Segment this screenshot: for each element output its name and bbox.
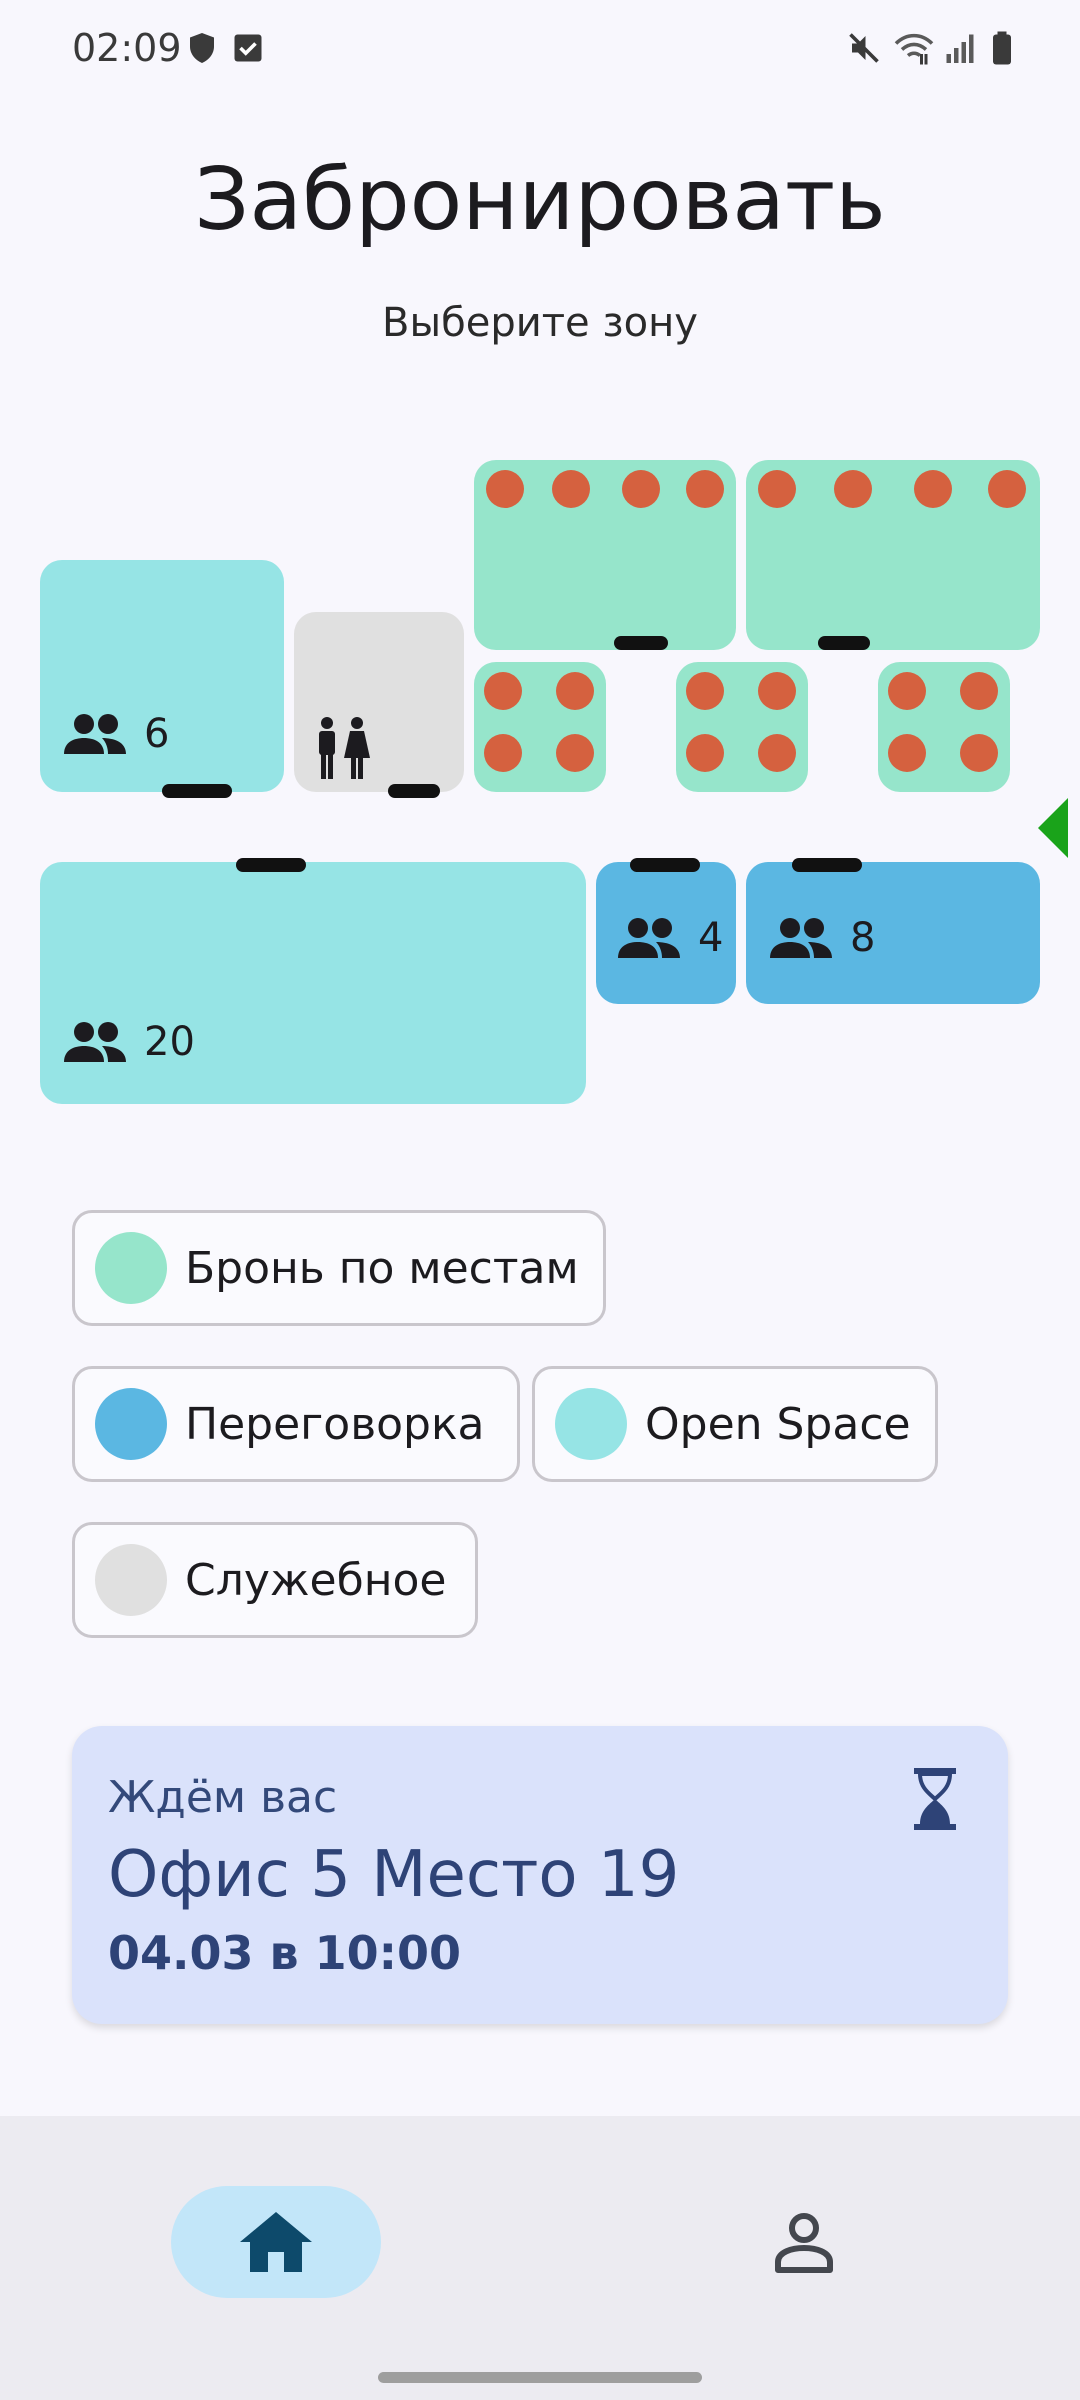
seat[interactable]: [556, 672, 594, 710]
page-subtitle: Выберите зону: [382, 300, 698, 346]
meeting-room-4[interactable]: 4: [596, 862, 736, 1004]
open-space-zone-20[interactable]: 20: [40, 862, 586, 1104]
door: [792, 858, 862, 872]
seat[interactable]: [484, 734, 522, 772]
wifi-icon: [894, 33, 934, 65]
profile-icon: [775, 2213, 833, 2273]
hourglass-icon: [914, 1768, 956, 1830]
door: [162, 784, 232, 798]
seat[interactable]: [834, 470, 872, 508]
capacity-value: 4: [698, 915, 724, 961]
seat[interactable]: [914, 470, 952, 508]
seat[interactable]: [758, 734, 796, 772]
door: [818, 636, 870, 650]
legend-color-dot: [95, 1232, 167, 1304]
seat-zone-small-3[interactable]: [878, 662, 1010, 792]
open-space-zone-6[interactable]: 6: [40, 560, 284, 792]
legend-service[interactable]: Служебное: [72, 1522, 478, 1638]
seat[interactable]: [888, 672, 926, 710]
signal-icon: [946, 34, 974, 63]
home-icon: [240, 2212, 312, 2272]
zone-capacity: 4: [614, 914, 723, 962]
seat[interactable]: [758, 470, 796, 508]
legend-open-space[interactable]: Open Space: [532, 1366, 938, 1482]
capacity-value: 8: [850, 915, 876, 961]
capacity-value: 20: [144, 1019, 195, 1065]
seat-zone-small-1[interactable]: [474, 662, 606, 792]
seat-zone-top-left[interactable]: [474, 460, 736, 650]
status-bar: 02:09: [0, 0, 1080, 96]
seat-zone-top-right[interactable]: [746, 460, 1040, 650]
gesture-bar[interactable]: [378, 2372, 702, 2383]
capacity-value: 6: [144, 711, 170, 757]
seat[interactable]: [686, 734, 724, 772]
seat[interactable]: [552, 470, 590, 508]
checkbox-icon: [234, 34, 262, 62]
seat[interactable]: [988, 470, 1026, 508]
nav-profile-button[interactable]: [744, 2186, 864, 2298]
people-icon: [770, 918, 832, 958]
legend-meeting-room[interactable]: Переговорка: [72, 1366, 520, 1482]
zone-capacity: 20: [60, 1018, 195, 1066]
floor-map: 6 20 4 8: [0, 440, 1080, 1120]
seat[interactable]: [556, 734, 594, 772]
zone-capacity: 8: [766, 914, 875, 962]
seat[interactable]: [888, 734, 926, 772]
door: [388, 784, 440, 798]
nav-home-button[interactable]: [171, 2186, 381, 2298]
seat[interactable]: [686, 672, 724, 710]
page-title: Забронировать: [194, 150, 886, 250]
door: [614, 636, 668, 650]
seat[interactable]: [758, 672, 796, 710]
legend-seat-booking[interactable]: Бронь по местам: [72, 1210, 606, 1326]
legend-label: Бронь по местам: [185, 1242, 579, 1294]
booking-datetime: 04.03 в 10:00: [108, 1926, 462, 1980]
seat[interactable]: [686, 470, 724, 508]
meeting-room-8[interactable]: 8: [746, 862, 1040, 1004]
legend-color-dot: [95, 1544, 167, 1616]
mute-icon: [849, 33, 879, 63]
seat[interactable]: [484, 672, 522, 710]
battery-icon: [993, 31, 1011, 65]
legend-color-dot: [95, 1388, 167, 1460]
legend-label: Служебное: [185, 1554, 447, 1606]
booking-card[interactable]: Ждём вас Офис 5 Место 19 04.03 в 10:00: [72, 1726, 1008, 2024]
booking-status-label: Ждём вас: [108, 1772, 338, 1823]
booking-place: Офис 5 Место 19: [108, 1838, 680, 1912]
people-icon: [618, 918, 680, 958]
seat-zone-small-2[interactable]: [676, 662, 808, 792]
legend-label: Open Space: [645, 1398, 911, 1450]
seat[interactable]: [486, 470, 524, 508]
seat[interactable]: [960, 672, 998, 710]
zone-capacity: 6: [60, 710, 169, 758]
people-icon: [64, 714, 126, 754]
scroll-right-arrow-icon[interactable]: [1038, 798, 1068, 858]
seat[interactable]: [960, 734, 998, 772]
status-time: 02:09: [72, 26, 182, 70]
people-icon: [64, 1022, 126, 1062]
legend-color-dot: [555, 1388, 627, 1460]
restroom-icon: [319, 717, 370, 779]
service-zone[interactable]: [294, 612, 464, 792]
door: [236, 858, 306, 872]
legend-label: Переговорка: [185, 1398, 485, 1450]
door: [630, 858, 700, 872]
seat[interactable]: [622, 470, 660, 508]
shield-icon: [190, 33, 214, 63]
bottom-navigation: [0, 2116, 1080, 2400]
